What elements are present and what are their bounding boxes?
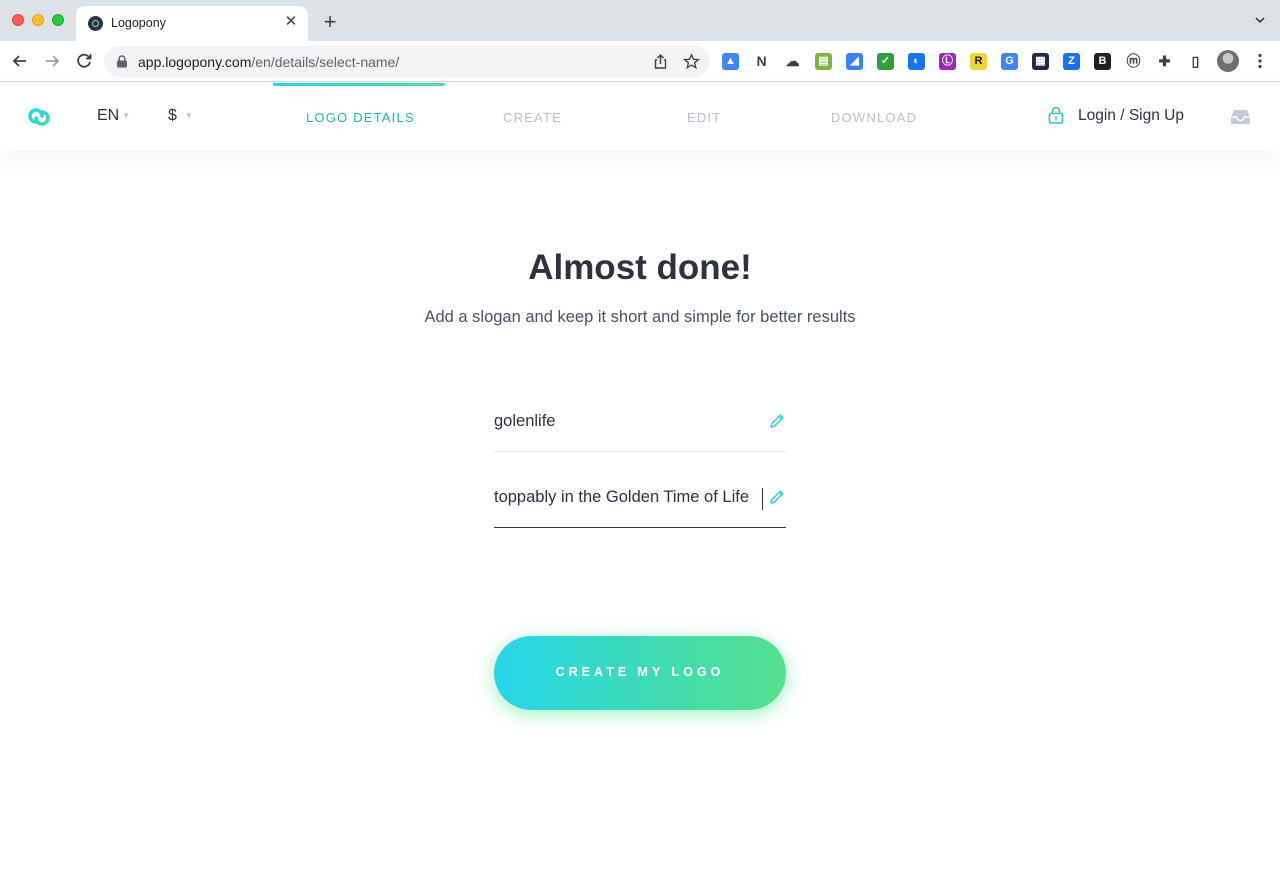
palette-icon[interactable]: ▦ <box>1032 53 1049 70</box>
window-zoom-button[interactable] <box>52 14 64 26</box>
compass-icon[interactable]: ◐ <box>908 53 925 70</box>
slogan-text: toppably in the Golden Time of Life <box>494 488 749 506</box>
logo-name-field[interactable]: golenlife <box>494 400 786 452</box>
logo-name-input[interactable]: golenlife <box>494 412 764 431</box>
reader-icon[interactable]: R <box>970 53 987 70</box>
login-label: Login / Sign Up <box>1078 107 1184 124</box>
language-value: EN <box>97 107 120 124</box>
language-caret-icon: ▼ <box>122 111 131 121</box>
browser-tab-bar: Logopony ✕ + <box>0 0 1280 41</box>
bookmark-star-icon[interactable] <box>683 53 700 70</box>
text-caret <box>762 488 763 510</box>
translate-icon[interactable]: G <box>1001 53 1018 70</box>
url-text: app.logopony.com/en/details/select-name/ <box>138 54 399 70</box>
currency-selector[interactable]: $ ▼ <box>168 107 193 125</box>
printer-icon[interactable]: ▤ <box>815 53 832 70</box>
step-edit[interactable]: EDIT <box>687 110 721 125</box>
active-step-indicator <box>273 83 445 86</box>
address-bar[interactable]: app.logopony.com/en/details/select-name/ <box>104 46 710 77</box>
new-tab-icon[interactable]: + <box>320 11 340 33</box>
profile-avatar[interactable] <box>1217 50 1239 72</box>
window-minimize-button[interactable] <box>32 14 44 26</box>
ruler-icon[interactable]: ◢ <box>846 53 863 70</box>
puzzle-icon[interactable]: ✚ <box>1156 53 1173 70</box>
inbox-icon[interactable] <box>1230 109 1251 125</box>
edit-name-pencil-icon[interactable] <box>768 412 786 430</box>
notion-icon[interactable]: N <box>753 53 770 70</box>
currency-value: $ <box>168 107 177 124</box>
edit-slogan-pencil-icon[interactable] <box>768 488 786 506</box>
lock-icon <box>117 55 127 68</box>
url-host: app.logopony.com <box>138 54 252 70</box>
reload-icon[interactable] <box>74 51 94 71</box>
page-title: Almost done! <box>528 248 752 287</box>
tab-search-chevron-icon[interactable] <box>1254 14 1266 26</box>
app-header: EN ▼ $ ▼ LOGO DETAILS CREATE EDIT DOWNLOAD… <box>0 83 1280 151</box>
sidepanel-icon[interactable]: ▯ <box>1187 53 1204 70</box>
back-arrow-icon[interactable] <box>10 51 30 71</box>
forward-arrow-icon[interactable] <box>42 51 62 71</box>
m-icon[interactable]: ⓜ <box>1125 53 1142 70</box>
create-my-logo-button[interactable]: CREATE MY LOGO <box>494 636 786 710</box>
lb-icon[interactable]: Ⓛ <box>939 53 956 70</box>
currency-caret-icon: ▼ <box>184 111 193 121</box>
logopony-logo-icon[interactable] <box>25 103 53 131</box>
a-icon[interactable]: ▲ <box>722 53 739 70</box>
step-download[interactable]: DOWNLOAD <box>831 110 917 125</box>
check-icon[interactable]: ✓ <box>877 53 894 70</box>
slogan-input[interactable]: toppably in the Golden Time of Life <box>494 488 764 507</box>
browser-toolbar: app.logopony.com/en/details/select-name/… <box>0 41 1280 82</box>
slogan-field[interactable]: toppably in the Golden Time of Life <box>494 476 786 528</box>
padlock-icon <box>1048 106 1064 124</box>
window-close-button[interactable] <box>12 14 24 26</box>
logopony-favicon-icon <box>88 16 103 31</box>
step-create[interactable]: CREATE <box>503 110 562 125</box>
browser-tab[interactable]: Logopony ✕ <box>76 6 308 41</box>
page-subtitle: Add a slogan and keep it short and simpl… <box>424 308 856 326</box>
step-logo-details[interactable]: LOGO DETAILS <box>306 110 415 125</box>
bookmark-icon[interactable]: B <box>1094 53 1111 70</box>
tab-close-icon[interactable]: ✕ <box>282 13 300 31</box>
z-icon[interactable]: Z <box>1063 53 1080 70</box>
language-selector[interactable]: EN ▼ <box>97 107 130 125</box>
share-icon[interactable] <box>652 53 669 70</box>
cloud-icon[interactable]: ☁ <box>784 53 801 70</box>
create-my-logo-label: CREATE MY LOGO <box>555 665 725 679</box>
tab-title: Logopony <box>111 16 166 30</box>
url-path: /en/details/select-name/ <box>251 54 400 70</box>
kebab-menu-icon[interactable] <box>1250 51 1270 71</box>
